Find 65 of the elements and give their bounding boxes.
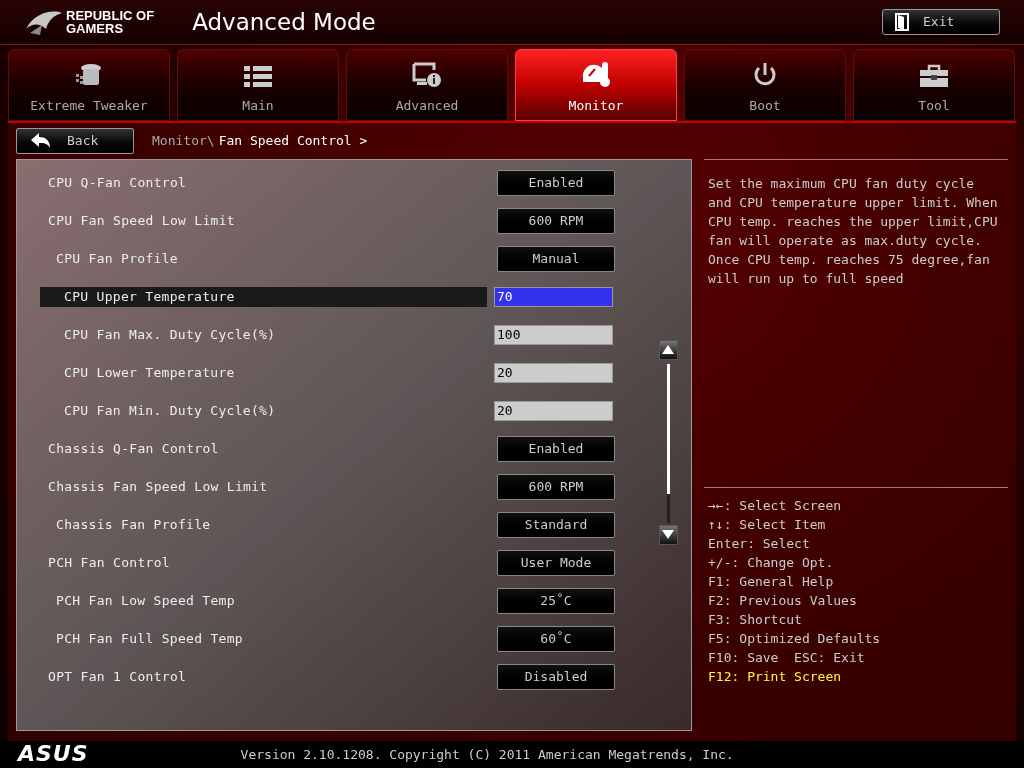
tab[interactable]: Boot: [684, 48, 846, 121]
down-arrow-icon: [662, 530, 674, 540]
tab[interactable]: Advanced: [346, 48, 508, 121]
key-hint: ↑↓: Select Item: [708, 515, 827, 534]
key-hint: Enter: Select: [708, 534, 811, 553]
breadcrumb-parent[interactable]: Monitor\: [152, 131, 215, 151]
back-button[interactable]: Back: [16, 127, 134, 154]
value-field[interactable]: 20: [494, 362, 613, 383]
back-arrow-icon: [31, 132, 51, 149]
help-text: Set the maximum CPU fan duty cycle and CPU temperature upper limit. When CPU temp. reaches the upper limit,CPU fan will operate as max.duty cycle. Once CPU temp. reaches 75 degree,fan will run up to full speed: [708, 174, 999, 288]
scroll-up-button[interactable]: [658, 339, 678, 360]
screen-info-icon: [412, 62, 442, 89]
gauge-thermometer-icon: [581, 60, 611, 89]
key-hint: →←: Select Screen: [708, 496, 843, 515]
setting-label[interactable]: PCH Fan Control: [40, 552, 487, 573]
setting-label[interactable]: CPU Fan Max. Duty Cycle(%): [40, 324, 487, 345]
setting-label[interactable]: CPU Lower Temperature: [40, 362, 487, 383]
tab[interactable]: Extreme Tweaker: [8, 48, 170, 121]
list-icon: [244, 66, 272, 89]
setting-label[interactable]: Chassis Q-Fan Control: [40, 438, 487, 459]
tab[interactable]: Monitor: [515, 48, 677, 121]
value-field[interactable]: 100: [494, 324, 613, 345]
brand-name: GAMERS: [66, 21, 125, 35]
option-value[interactable]: 600 RPM: [497, 207, 615, 234]
option-value[interactable]: Enabled: [497, 169, 615, 196]
up-arrow-icon: [662, 345, 674, 355]
key-hint: F5: Optimized Defaults: [708, 629, 882, 648]
option-value[interactable]: Disabled: [497, 663, 615, 690]
option-value[interactable]: Enabled: [497, 435, 615, 462]
key-hint: +/-: Change Opt.: [708, 553, 835, 572]
toolbox-icon: [919, 64, 949, 89]
option-value[interactable]: User Mode: [497, 549, 615, 576]
brand-name: REPUBLIC OF: [66, 8, 155, 22]
setting-label[interactable]: PCH Fan Full Speed Temp: [40, 628, 487, 649]
asus-logo: ASUS: [18, 743, 89, 766]
version-text: Version 2.10.1208. Copyright (C) 2011 American Megatrends, Inc.: [240, 745, 734, 764]
key-hint: F3: Shortcut: [708, 610, 803, 629]
value-field[interactable]: 70: [494, 286, 613, 307]
scroll-down-button[interactable]: [658, 524, 678, 545]
value-field[interactable]: 20: [494, 400, 613, 421]
option-value[interactable]: 25˚C: [497, 587, 615, 614]
option-value[interactable]: 600 RPM: [497, 473, 615, 500]
option-value[interactable]: Standard: [497, 511, 615, 538]
setting-label[interactable]: Chassis Fan Speed Low Limit: [40, 476, 487, 497]
key-hint: F10: Save ESC: Exit: [708, 648, 866, 667]
scroll-thumb[interactable]: [666, 363, 670, 494]
tab[interactable]: Tool: [853, 48, 1015, 121]
breadcrumb-current: Fan Speed Control >: [218, 132, 368, 150]
page-title: Advanced Mode: [192, 7, 376, 37]
key-hint: F12: Print Screen: [708, 667, 843, 686]
setting-label[interactable]: CPU Upper Temperature: [40, 286, 487, 307]
setting-label[interactable]: CPU Q-Fan Control: [40, 172, 487, 193]
option-value[interactable]: 60˚C: [497, 625, 615, 652]
setting-label[interactable]: Chassis Fan Profile: [40, 514, 487, 535]
setting-label[interactable]: CPU Fan Profile: [40, 248, 487, 269]
setting-label[interactable]: CPU Fan Min. Duty Cycle(%): [40, 400, 487, 421]
option-value[interactable]: Manual: [497, 245, 615, 272]
setting-label[interactable]: PCH Fan Low Speed Temp: [40, 590, 487, 611]
setting-label[interactable]: CPU Fan Speed Low Limit: [40, 210, 487, 231]
tab[interactable]: Main: [177, 48, 339, 121]
key-hint: F1: General Help: [708, 572, 835, 591]
door-icon: [895, 12, 909, 31]
key-hint: F2: Previous Values: [708, 591, 858, 610]
exit-button[interactable]: Exit: [882, 8, 1000, 35]
setting-label[interactable]: OPT Fan 1 Control: [40, 666, 487, 687]
